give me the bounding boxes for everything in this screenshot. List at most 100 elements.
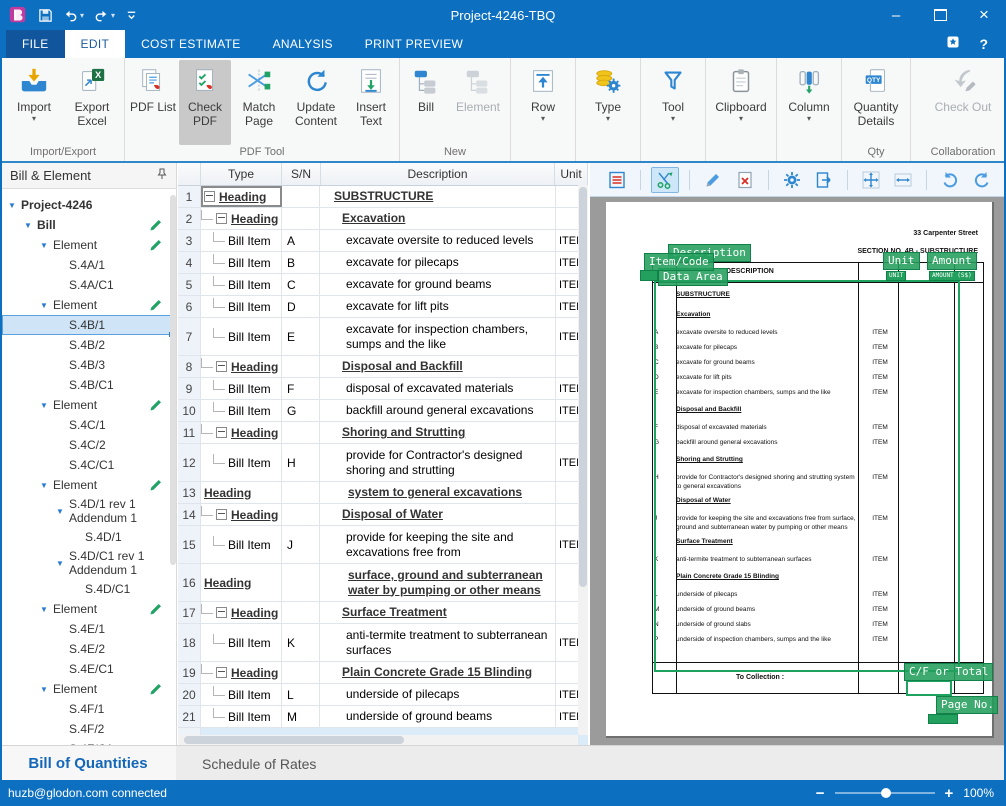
data-area-box[interactable] <box>654 280 960 672</box>
type-cell[interactable]: Bill Item <box>201 274 282 295</box>
description-cell[interactable]: surface, ground and subterranean water b… <box>320 564 556 601</box>
grid-row-8[interactable]: 8HeadingDisposal and Backfill <box>178 356 588 378</box>
pdf-list-button[interactable]: PDF List <box>129 60 177 145</box>
tree-item-element[interactable]: ▼Element <box>2 475 176 495</box>
tool-button[interactable]: Tool ▾ <box>645 60 701 161</box>
grid-row-12[interactable]: 12Bill ItemHprovide for Contractor's des… <box>178 444 588 482</box>
type-button[interactable]: Type ▾ <box>580 60 636 161</box>
grid-row-10[interactable]: 10Bill ItemGbackfill around general exca… <box>178 400 588 422</box>
tab-bill-of-quantities[interactable]: Bill of Quantities <box>0 746 176 781</box>
sn-cell[interactable]: B <box>282 252 320 273</box>
type-cell[interactable]: Heading <box>201 208 282 229</box>
type-cell[interactable]: Bill Item <box>201 684 282 705</box>
cf-total-box[interactable] <box>906 680 952 696</box>
grid-row-1[interactable]: 1HeadingSUBSTRUCTURE <box>178 186 588 208</box>
description-cell[interactable]: SUBSTRUCTURE <box>320 186 556 207</box>
type-cell[interactable]: Heading <box>201 482 282 503</box>
row-button[interactable]: Row ▾ <box>515 60 571 161</box>
grid-row-11[interactable]: 11HeadingShoring and Strutting <box>178 422 588 444</box>
edit-pencil-icon[interactable] <box>150 603 162 615</box>
item-code-area-label[interactable]: Item/Code <box>644 253 714 271</box>
header-sn[interactable]: S/N <box>282 163 321 185</box>
type-cell[interactable]: Bill Item <box>201 378 282 399</box>
description-cell[interactable]: disposal of excavated materials <box>320 378 556 399</box>
zoom-in-button[interactable]: + <box>945 785 954 802</box>
tab-cost-estimate[interactable]: COST ESTIMATE <box>125 30 256 58</box>
description-cell[interactable]: Disposal of Water <box>320 504 556 525</box>
check-pdf-button[interactable]: Check PDF <box>179 60 231 145</box>
undo-dropdown-caret-icon[interactable]: ▾ <box>80 11 84 20</box>
tree-item-s-4d-1[interactable]: S.4D/1 <box>2 527 176 547</box>
export-excel-button[interactable]: X Export Excel <box>64 60 120 145</box>
snip-area-icon[interactable] <box>651 167 679 193</box>
app-logo-icon[interactable] <box>8 5 28 25</box>
type-cell[interactable]: Bill Item <box>201 296 282 317</box>
grid-row-20[interactable]: 20Bill ItemLunderside of pilecapsITEM <box>178 684 588 706</box>
type-cell[interactable]: Heading <box>201 356 282 377</box>
sn-cell[interactable] <box>282 602 320 623</box>
description-cell[interactable]: excavate for pilecaps <box>320 252 556 273</box>
type-cell[interactable]: Heading <box>201 186 282 207</box>
tree-item-s-4b-c1[interactable]: S.4B/C1 <box>2 375 176 395</box>
edit-pencil-icon[interactable] <box>150 219 162 231</box>
pdf-viewport[interactable]: 33 Carpenter Street SECTION NO. 4B - SUB… <box>590 197 1004 745</box>
collapse-box-icon[interactable] <box>216 361 227 372</box>
grid-row-2[interactable]: 2HeadingExcavation <box>178 208 588 230</box>
sn-cell[interactable] <box>282 422 320 443</box>
tree-item-s-4c-c1[interactable]: S.4C/C1 <box>2 455 176 475</box>
sn-cell[interactable]: G <box>282 400 320 421</box>
edit-pencil-icon[interactable] <box>150 399 162 411</box>
tree-item-element[interactable]: ▼Element <box>2 295 176 315</box>
grid-row-19[interactable]: 19HeadingPlain Concrete Grade 15 Blindin… <box>178 662 588 684</box>
sn-cell[interactable] <box>282 662 320 683</box>
sn-cell[interactable]: L <box>282 684 320 705</box>
description-cell[interactable]: anti-termite treatment to subterranean s… <box>320 624 556 661</box>
description-cell[interactable]: underside of ground beams <box>320 706 556 727</box>
pdf-page[interactable]: 33 Carpenter Street SECTION NO. 4B - SUB… <box>606 202 994 738</box>
redo-dropdown-caret-icon[interactable]: ▾ <box>111 11 115 20</box>
sn-cell[interactable]: K <box>282 624 320 661</box>
header-type[interactable]: Type <box>201 163 282 185</box>
tab-schedule-of-rates[interactable]: Schedule of Rates <box>176 746 342 781</box>
type-cell[interactable]: Bill Item <box>201 526 282 563</box>
tree-item-bill[interactable]: ▼Bill <box>2 215 176 235</box>
new-bill-button[interactable]: Bill <box>404 60 448 145</box>
tree-item-s-4e-2[interactable]: S.4E/2 <box>2 639 176 659</box>
quantity-details-button[interactable]: QTY Quantity Details <box>846 60 906 145</box>
sn-cell[interactable] <box>282 356 320 377</box>
clipboard-button[interactable]: Clipboard ▾ <box>710 60 772 161</box>
amount-header-box[interactable]: AMOUNT (S$) <box>929 271 975 281</box>
tree-item-s-4f-1[interactable]: S.4F/1 <box>2 699 176 719</box>
grid-row-18[interactable]: 18Bill ItemKanti-termite treatment to su… <box>178 624 588 662</box>
undo-icon[interactable]: ▾ <box>63 8 84 23</box>
expand-arrow-icon[interactable]: ▼ <box>56 559 69 568</box>
minimize-button[interactable]: – <box>874 0 918 30</box>
close-button[interactable]: × <box>962 0 1006 30</box>
description-cell[interactable]: Surface Treatment <box>320 602 556 623</box>
column-button[interactable]: Column ▾ <box>781 60 837 161</box>
fit-page-icon[interactable] <box>858 168 884 192</box>
amount-area-label[interactable]: Amount <box>927 252 977 270</box>
tab-edit[interactable]: EDIT <box>65 30 126 58</box>
type-cell[interactable]: Heading <box>201 602 282 623</box>
description-cell[interactable]: provide for keeping the site and excavat… <box>320 526 556 563</box>
type-cell[interactable]: Bill Item <box>201 400 282 421</box>
collapse-box-icon[interactable] <box>204 191 215 202</box>
redo-icon[interactable]: ▾ <box>94 8 115 23</box>
bookmark-icon[interactable] <box>945 34 961 55</box>
expand-arrow-icon[interactable]: ▼ <box>8 201 21 210</box>
tab-file[interactable]: FILE <box>6 30 65 58</box>
tree-item-s-4d-1-rev-1-addendum-1[interactable]: ▼S.4D/1 rev 1 Addendum 1 <box>2 495 176 527</box>
page-no-box[interactable] <box>928 714 958 724</box>
save-icon[interactable] <box>38 8 53 23</box>
tree-item-s-4c-2[interactable]: S.4C/2 <box>2 435 176 455</box>
tab-print-preview[interactable]: PRINT PREVIEW <box>349 30 479 58</box>
expand-arrow-icon[interactable]: ▼ <box>40 401 53 410</box>
sn-cell[interactable]: H <box>282 444 320 481</box>
type-cell[interactable]: Heading <box>201 422 282 443</box>
description-cell[interactable]: system to general excavations <box>320 482 556 503</box>
sn-cell[interactable]: C <box>282 274 320 295</box>
type-cell[interactable]: Bill Item <box>201 230 282 251</box>
expand-arrow-icon[interactable]: ▼ <box>40 241 53 250</box>
tree-item-s-4d-c1-rev-1-addendum-1[interactable]: ▼S.4D/C1 rev 1 Addendum 1 <box>2 547 176 579</box>
